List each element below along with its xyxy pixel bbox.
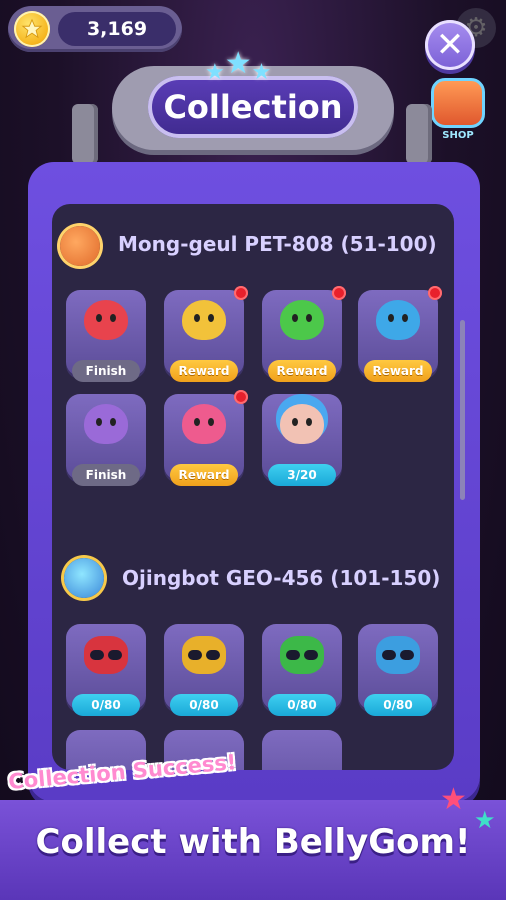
currency-display: 3,169 <box>8 6 182 52</box>
star-icon: ★ <box>224 46 252 81</box>
finish-badge: Finish <box>72 360 140 382</box>
progress-badge: 0/80 <box>170 694 238 716</box>
green-robot-icon <box>280 636 324 674</box>
collection-card[interactable] <box>262 730 342 770</box>
reward-button[interactable]: Reward <box>268 360 336 382</box>
notification-dot <box>428 286 442 300</box>
title-stars: ★★★ <box>205 46 272 87</box>
ringed-planet-icon <box>64 558 104 598</box>
progress-badge: 0/80 <box>268 694 336 716</box>
yellow-pet-icon <box>182 300 226 340</box>
notification-dot <box>234 286 248 300</box>
yellow-robot-icon <box>182 636 226 674</box>
right-pipe <box>406 104 432 164</box>
blue-robot-icon <box>376 636 420 674</box>
finish-badge: Finish <box>72 464 140 486</box>
collection-list[interactable]: Mong-geul PET-808 (51-100) Finish Reward… <box>52 204 454 770</box>
red-horned-pet-icon <box>84 300 128 340</box>
collection-card[interactable]: 0/80 <box>358 624 438 716</box>
collection-card[interactable]: Reward <box>262 286 346 382</box>
collection-card[interactable]: Finish <box>66 290 146 382</box>
collection-card[interactable]: 0/80 <box>66 624 146 716</box>
red-robot-icon <box>84 636 128 674</box>
green-pet-icon <box>280 300 324 340</box>
progress-badge: 0/80 <box>72 694 140 716</box>
saturn-planet-icon <box>60 226 100 266</box>
blue-bear-pet-icon <box>376 300 420 340</box>
section-title-pet: Mong-geul PET-808 (51-100) <box>118 232 437 256</box>
collection-card[interactable]: Reward <box>358 286 442 382</box>
close-icon: ✕ <box>435 25 465 65</box>
reward-button[interactable]: Reward <box>364 360 432 382</box>
progress-badge: 3/20 <box>268 464 336 486</box>
collection-card[interactable]: 0/80 <box>164 624 244 716</box>
pink-radish-pet-icon <box>182 404 226 444</box>
notification-dot <box>234 390 248 404</box>
collection-card[interactable]: Finish <box>66 394 146 486</box>
promo-headline: Collect with BellyGom! <box>35 822 471 862</box>
shop-label: SHOP <box>442 130 474 141</box>
collection-card[interactable]: Reward <box>164 286 248 382</box>
shop-button[interactable]: SHOP <box>430 78 486 148</box>
star-coin-icon <box>14 11 50 47</box>
star-icon: ★ <box>205 60 225 85</box>
reward-button[interactable]: Reward <box>170 360 238 382</box>
progress-badge: 0/80 <box>364 694 432 716</box>
pink-star-icon: ★ <box>440 782 467 817</box>
close-button[interactable]: ✕ <box>425 20 475 70</box>
collection-card[interactable]: 3/20 <box>262 394 342 486</box>
star-icon: ★ <box>251 60 272 85</box>
blue-hair-pet-icon <box>280 404 324 444</box>
shop-icon <box>431 78 485 128</box>
section-title-robot: Ojingbot GEO-456 (101-150) <box>122 566 441 590</box>
purple-pet-icon <box>84 404 128 444</box>
currency-amount: 3,169 <box>58 12 176 46</box>
scrollbar[interactable] <box>460 320 465 500</box>
collection-card[interactable]: Reward <box>164 390 248 486</box>
left-pipe <box>72 104 98 164</box>
collection-card[interactable]: 0/80 <box>262 624 342 716</box>
reward-button[interactable]: Reward <box>170 464 238 486</box>
notification-dot <box>332 286 346 300</box>
